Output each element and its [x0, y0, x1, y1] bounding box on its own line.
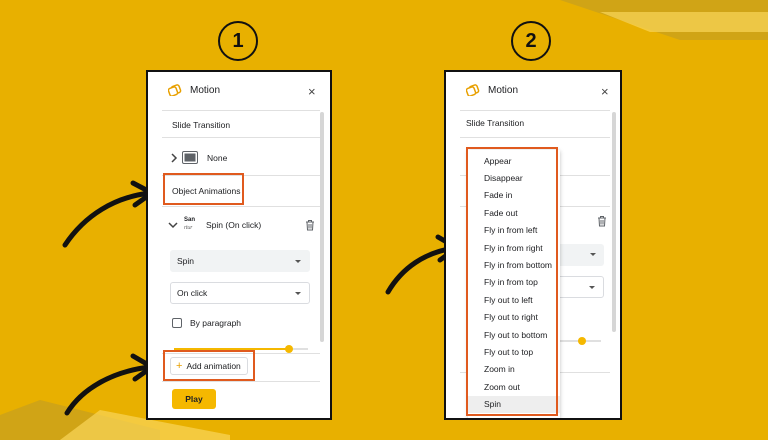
panel-header: Motion [466, 84, 518, 96]
motion-icon [466, 84, 480, 96]
slider-handle[interactable] [578, 337, 586, 345]
step-2-badge: 2 [511, 21, 551, 61]
panel-title: Motion [190, 84, 221, 96]
panel-title: Motion [488, 84, 519, 96]
divider [162, 110, 320, 111]
close-button[interactable]: × [601, 84, 609, 99]
animation-thumb-subtext: rtur [184, 225, 193, 231]
trigger-select-value: On click [177, 288, 208, 298]
step-1-badge: 1 [218, 21, 258, 61]
scrollbar[interactable] [320, 112, 324, 342]
panel-header: Motion [168, 84, 220, 96]
animation-item[interactable]: San rtur Spin (On click) [168, 216, 318, 236]
close-button[interactable]: × [308, 84, 316, 99]
transition-value: None [207, 153, 228, 163]
by-paragraph-label: By paragraph [190, 318, 242, 328]
dropdown-arrow-icon [295, 260, 301, 263]
play-button[interactable]: Play [172, 389, 216, 409]
slide-transition-row[interactable]: None [168, 150, 308, 166]
slider-handle[interactable] [285, 345, 293, 353]
by-paragraph-row[interactable]: By paragraph [172, 317, 292, 331]
trash-icon[interactable] [305, 219, 315, 231]
trigger-select-background[interactable] [556, 276, 604, 298]
effect-select-background[interactable] [556, 244, 604, 266]
motion-icon [168, 84, 182, 96]
divider [162, 137, 320, 138]
trash-icon[interactable] [597, 215, 607, 227]
divider [162, 381, 320, 382]
animation-thumb-text: San [184, 217, 196, 223]
effect-select[interactable]: Spin [170, 250, 310, 272]
divider [460, 110, 610, 111]
dropdown-arrow-icon [590, 253, 596, 256]
by-paragraph-checkbox[interactable] [172, 318, 182, 328]
dropdown-arrow-icon [589, 286, 595, 289]
chevron-down-icon [168, 222, 178, 229]
animation-item-label: Spin (On click) [206, 220, 262, 230]
trigger-select[interactable]: On click [170, 282, 310, 304]
highlight-animation-menu [466, 147, 558, 416]
slide-thumbnail-icon [182, 151, 198, 164]
divider [460, 137, 610, 138]
divider [162, 206, 320, 207]
slide-transition-heading: Slide Transition [172, 120, 231, 130]
chevron-right-icon [171, 153, 178, 163]
scrollbar[interactable] [612, 112, 616, 332]
dropdown-arrow-icon [295, 292, 301, 295]
highlight-add-animation [163, 350, 255, 381]
effect-select-value: Spin [177, 256, 195, 266]
highlight-object-animations [163, 173, 244, 205]
slide-transition-heading: Slide Transition [466, 118, 525, 128]
